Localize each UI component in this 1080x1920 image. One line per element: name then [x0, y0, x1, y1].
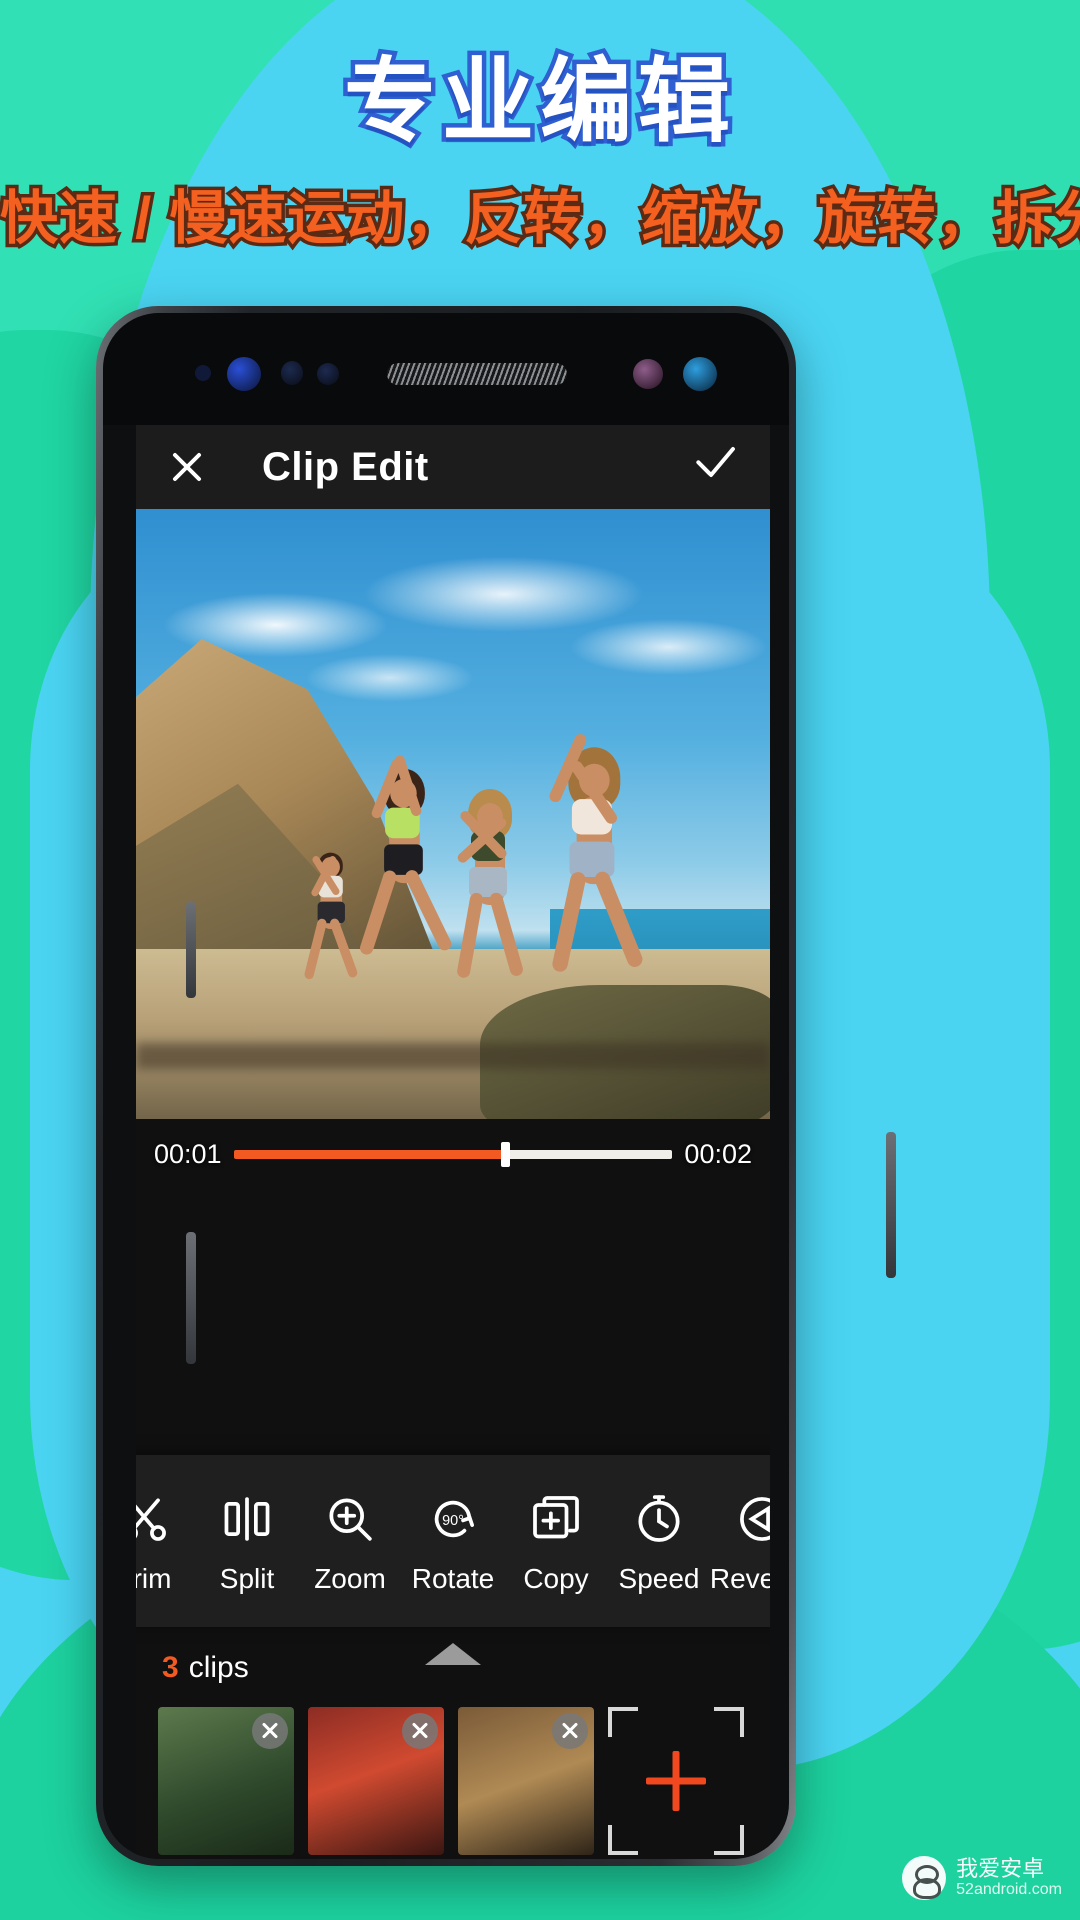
tool-label: Reverse [709, 1563, 770, 1594]
timeline-end-time: 00:02 [684, 1138, 752, 1169]
android-logo-icon [902, 1856, 947, 1900]
phone-volume-button [186, 1232, 196, 1364]
magnifier-plus-icon [322, 1487, 378, 1551]
timeline-scrubber[interactable] [233, 1141, 673, 1167]
tool-label: Copy [523, 1563, 589, 1594]
tool-copy[interactable]: Copy [506, 1487, 606, 1595]
timeline-start-time: 00:01 [154, 1138, 222, 1169]
reverse-arrow-icon [734, 1487, 770, 1551]
clip-thumbnail[interactable] [158, 1707, 294, 1855]
tool-label: Speed [618, 1563, 700, 1594]
iris-scanner-icon [227, 357, 261, 391]
tool-split[interactable]: Split [197, 1487, 297, 1595]
timeline-playhead[interactable] [501, 1141, 511, 1167]
chevron-up-icon[interactable] [425, 1643, 481, 1665]
light-sensor-icon [281, 361, 303, 385]
watermark-line-2: 52android.com [956, 1881, 1062, 1899]
clip-thumbnail[interactable] [458, 1707, 594, 1855]
rotate-90-icon: 90° [425, 1487, 481, 1551]
app-header: Clip Edit [136, 425, 770, 509]
promo-title: 专业编辑 [339, 47, 736, 157]
tool-reverse[interactable]: Reverse [709, 1487, 770, 1595]
check-icon[interactable] [688, 440, 742, 494]
front-camera-icon [683, 357, 717, 391]
clip-thumbnail[interactable] [308, 1707, 444, 1855]
svg-text:90°: 90° [442, 1513, 464, 1529]
remove-x-icon[interactable] [552, 1713, 588, 1749]
clips-count: 3 [162, 1651, 179, 1684]
earpiece-speaker-icon [387, 363, 567, 385]
promo-subtitle: 快速 / 慢速运动，反转，缩放，旋转，拆分 [0, 183, 1080, 255]
tool-trim[interactable]: Trim [136, 1487, 194, 1595]
phone-side-button [186, 902, 196, 998]
remove-x-icon[interactable] [402, 1713, 438, 1749]
preview-shadow [136, 1043, 770, 1069]
scissors-icon [136, 1487, 172, 1551]
phone-mockup: Clip Edit 00:01 00:02 3 clips rim Split … [96, 306, 896, 1866]
tool-label: Trim [136, 1563, 172, 1594]
site-watermark: 我爱安卓 52android.com [902, 1856, 1062, 1900]
phone-screen-frame: Clip Edit 00:01 00:02 3 clips rim Split … [103, 313, 789, 1859]
front-camera-icon [633, 359, 663, 389]
video-timeline[interactable]: 00:01 00:02 [136, 1119, 770, 1189]
copy-plus-icon [528, 1487, 584, 1551]
tool-speed[interactable]: Speed [609, 1487, 709, 1595]
watermark-line-1: 我爱安卓 [956, 1856, 1045, 1882]
tool-label: Rotate [411, 1563, 495, 1594]
clips-strip [136, 1707, 770, 1859]
stopwatch-icon [631, 1487, 687, 1551]
proximity-sensor-icon [195, 365, 211, 381]
tool-label: Zoom [314, 1563, 386, 1594]
app-screen: Clip Edit 00:01 00:02 3 clips rim Split … [136, 425, 770, 1859]
clips-count-word: clips [188, 1651, 249, 1684]
edit-toolbar: Trim Split [136, 1455, 770, 1627]
split-icon [219, 1487, 275, 1551]
page-title: Clip Edit [262, 444, 429, 489]
add-clip-button[interactable] [608, 1707, 744, 1855]
phone-power-button [886, 1132, 896, 1278]
video-preview[interactable] [136, 509, 770, 1189]
light-sensor-icon [317, 363, 339, 385]
promo-headline: 专业编辑 快速 / 慢速运动，反转，缩放，旋转，拆分 [0, 47, 1080, 255]
remove-x-icon[interactable] [252, 1713, 288, 1749]
close-x-icon[interactable] [164, 444, 210, 490]
timeline-remaining [501, 1149, 673, 1159]
phone-top-bezel [103, 313, 789, 425]
tool-label: Split [219, 1563, 275, 1594]
tool-zoom[interactable]: Zoom [300, 1487, 400, 1595]
tool-rotate[interactable]: 90° Rotate [403, 1487, 503, 1595]
